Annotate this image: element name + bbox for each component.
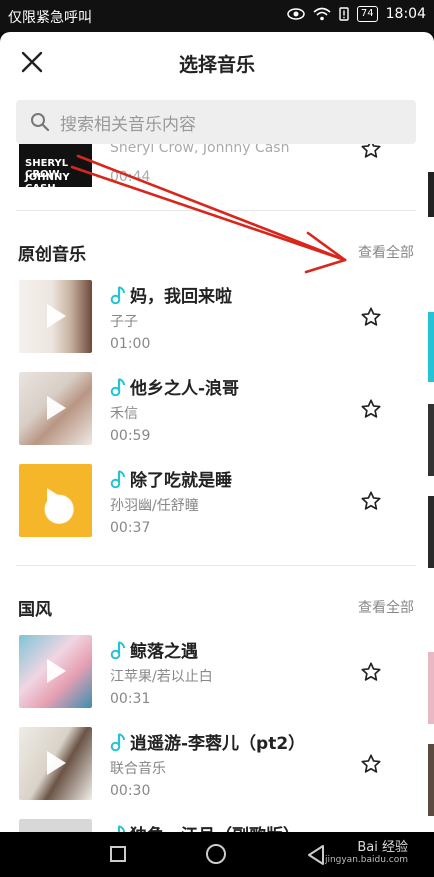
- music-note-icon: [110, 732, 126, 751]
- next-column-peek: [428, 172, 434, 217]
- track-duration: 00:59: [110, 428, 151, 444]
- list-item[interactable]: 鲸落之遇 江苹果/若以止白 00:31: [0, 635, 434, 727]
- watermark: Bai 经验 jingyan.baidu.com: [325, 836, 408, 865]
- track-title-text: 妈，我回来啦: [130, 287, 232, 307]
- music-note-icon: [110, 469, 126, 488]
- battery-icon: 74: [356, 6, 378, 22]
- album-cover: [19, 635, 92, 708]
- favorite-star-icon[interactable]: [360, 661, 382, 683]
- sim-alert-icon: [339, 7, 349, 21]
- track-title: 逍遥游-李蓉儿（pt2）: [110, 729, 305, 754]
- track-artist: Sheryl Crow, Johnny Cash: [110, 144, 290, 156]
- favorite-star-icon[interactable]: [360, 398, 382, 420]
- track-title-text: 他乡之人-浪哥: [130, 379, 240, 399]
- music-note-icon: [110, 377, 126, 396]
- section-title: 原创音乐: [18, 245, 86, 265]
- carrier-text: 仅限紧急呼叫: [8, 10, 92, 26]
- list-item[interactable]: 独角…江月（副歌版）: [0, 819, 434, 832]
- clock-text: 18:04: [385, 6, 426, 22]
- next-column-peek: [428, 744, 434, 816]
- play-icon: [47, 396, 66, 420]
- play-icon: [47, 304, 66, 328]
- next-column-peek: [428, 496, 434, 568]
- watermark-url: jingyan.baidu.com: [324, 855, 408, 865]
- track-title-text: 独角…江月（副歌版）: [130, 821, 300, 832]
- track-title-text: 除了吃就是睡: [130, 471, 232, 491]
- track-title-text: 鲸落之遇: [130, 642, 198, 662]
- track-artist: 禾信: [110, 406, 138, 422]
- search-input[interactable]: 搜索相关音乐内容: [16, 100, 416, 144]
- section-title: 国风: [18, 600, 52, 620]
- album-cover: [19, 464, 92, 537]
- track-duration: 00:30: [110, 783, 151, 799]
- status-icons: 74 18:04: [287, 6, 426, 22]
- sheet-header: 选择音乐: [0, 32, 434, 92]
- list-item[interactable]: 逍遥游-李蓉儿（pt2） 联合音乐 00:30: [0, 727, 434, 819]
- next-column-peek: [428, 312, 434, 382]
- album-cover: [19, 727, 92, 800]
- search-icon: [30, 112, 50, 132]
- back-icon: [308, 845, 324, 865]
- search-placeholder: 搜索相关音乐内容: [60, 114, 196, 135]
- track-title: 独角…江月（副歌版）: [110, 821, 300, 832]
- recent-apps-button[interactable]: [110, 846, 126, 862]
- music-note-icon: [110, 640, 126, 659]
- album-cover: [19, 372, 92, 445]
- divider: [16, 210, 416, 211]
- album-cover: SHERYL CROW JOHNNY CASH: [19, 144, 92, 189]
- next-column-peek: [428, 652, 434, 724]
- cover-text: JOHNNY CASH: [25, 172, 70, 189]
- next-column-peek: [428, 404, 434, 476]
- track-duration: 00:37: [110, 520, 151, 536]
- status-bar: 仅限紧急呼叫 74 18:04: [0, 0, 434, 32]
- music-picker-sheet: 选择音乐 搜索相关音乐内容 SHERYL CROW JOHNNY CASH Sh…: [0, 32, 434, 832]
- favorite-star-icon[interactable]: [360, 753, 382, 775]
- track-title: 除了吃就是睡: [110, 466, 232, 491]
- divider: [16, 565, 416, 566]
- track-duration: 00:31: [110, 691, 151, 707]
- track-duration: 01:00: [110, 336, 151, 352]
- track-artist: 子子: [110, 314, 138, 330]
- back-button[interactable]: [306, 844, 326, 866]
- track-title-text: 逍遥游-李蓉儿（pt2）: [130, 734, 306, 754]
- eye-icon: [287, 8, 305, 20]
- track-title: 鲸落之遇: [110, 637, 198, 662]
- favorite-star-icon[interactable]: [360, 490, 382, 512]
- track-artist: 联合音乐: [110, 761, 166, 777]
- list-item[interactable]: 除了吃就是睡 孙羽幽/任舒瞳 00:37: [0, 464, 434, 556]
- favorite-star-icon[interactable]: [360, 306, 382, 328]
- watermark-brand: Bai 经验: [357, 840, 408, 855]
- list-item[interactable]: 他乡之人-浪哥 禾信 00:59: [0, 372, 434, 464]
- track-artist: 江苹果/若以止白: [110, 669, 213, 685]
- list-item-partial[interactable]: SHERYL CROW JOHNNY CASH Sheryl Crow, Joh…: [0, 144, 434, 189]
- page-title: 选择音乐: [178, 54, 255, 76]
- favorite-star-icon[interactable]: [360, 144, 382, 160]
- album-cover: [19, 819, 92, 832]
- play-icon: [47, 751, 66, 775]
- view-all-link[interactable]: 查看全部: [358, 597, 414, 617]
- track-artist: 孙羽幽/任舒瞳: [110, 498, 199, 514]
- view-all-link[interactable]: 查看全部: [358, 242, 414, 262]
- play-icon: [47, 659, 66, 683]
- list-item[interactable]: 妈，我回来啦 子子 01:00: [0, 280, 434, 372]
- track-title: 妈，我回来啦: [110, 282, 232, 307]
- play-icon: [47, 488, 66, 512]
- track-duration: 00:44: [110, 169, 151, 185]
- music-note-icon: [110, 824, 126, 832]
- home-button[interactable]: [206, 844, 226, 864]
- album-cover: [19, 280, 92, 353]
- music-note-icon: [110, 285, 126, 304]
- track-title: 他乡之人-浪哥: [110, 374, 239, 399]
- system-nav-bar: Bai 经验 jingyan.baidu.com: [0, 832, 434, 877]
- wifi-icon: [313, 7, 331, 21]
